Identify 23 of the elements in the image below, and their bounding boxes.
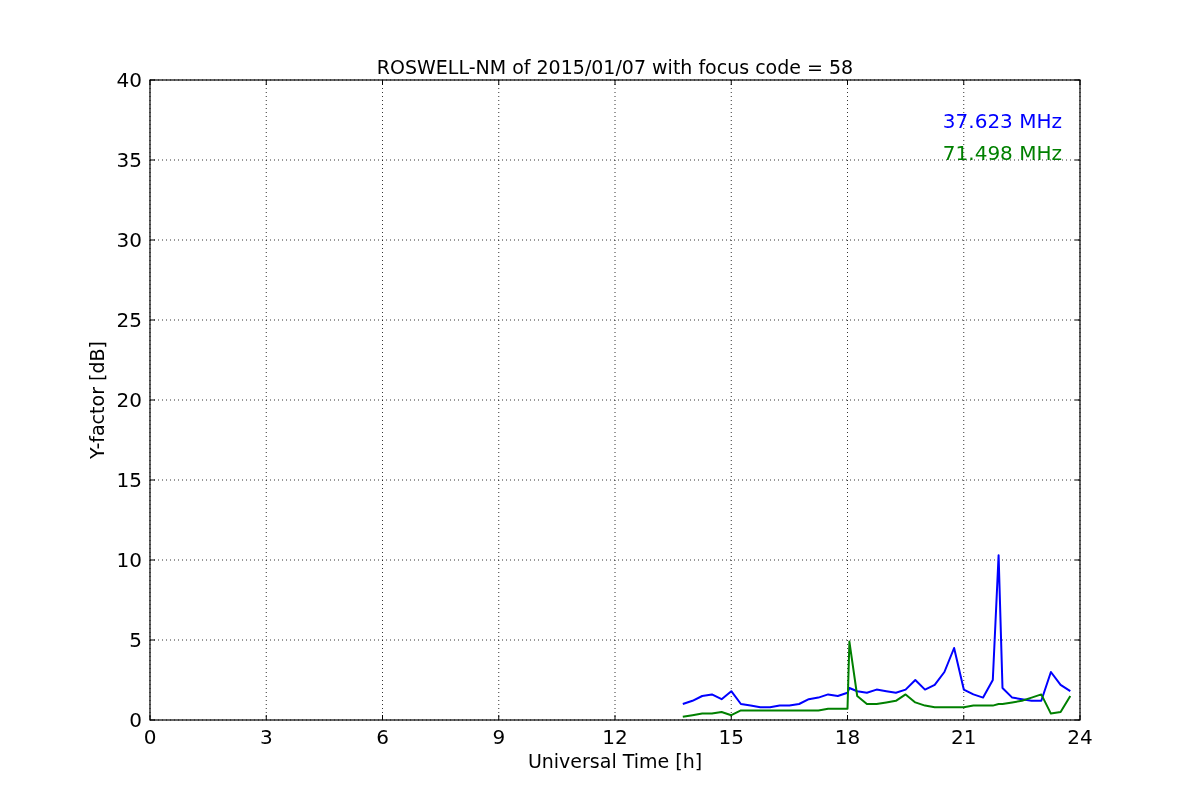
tick-label: 3 (259, 725, 273, 749)
tick-label: 18 (834, 725, 861, 749)
tick-label: 9 (492, 725, 506, 749)
tick-label: 15 (718, 725, 744, 749)
legend-label: 71.498 MHz (942, 141, 1062, 165)
tick-label: 35 (116, 148, 142, 172)
tick-label: 30 (116, 228, 142, 252)
axis-label: Universal Time [h] (527, 750, 703, 772)
tick-label: 40 (116, 68, 142, 92)
tick-label: 0 (143, 725, 157, 749)
tick-label: 25 (116, 308, 142, 332)
tick-label: 24 (1067, 725, 1093, 749)
tick-label: 6 (376, 725, 389, 749)
tick-label: 20 (116, 388, 142, 412)
tick-label: 5 (129, 628, 142, 652)
tick-label: 15 (116, 468, 142, 492)
tick-label: 21 (951, 725, 977, 749)
axis-label: Y-factor [dB] (86, 341, 108, 459)
legend-label: 37.623 MHz (942, 109, 1062, 133)
tick-label: 12 (602, 725, 628, 749)
chart-title: ROSWELL-NM of 2015/01/07 with focus code = 58 (376, 56, 854, 78)
tick-label: 0 (129, 708, 142, 732)
tick-label: 10 (116, 548, 142, 572)
